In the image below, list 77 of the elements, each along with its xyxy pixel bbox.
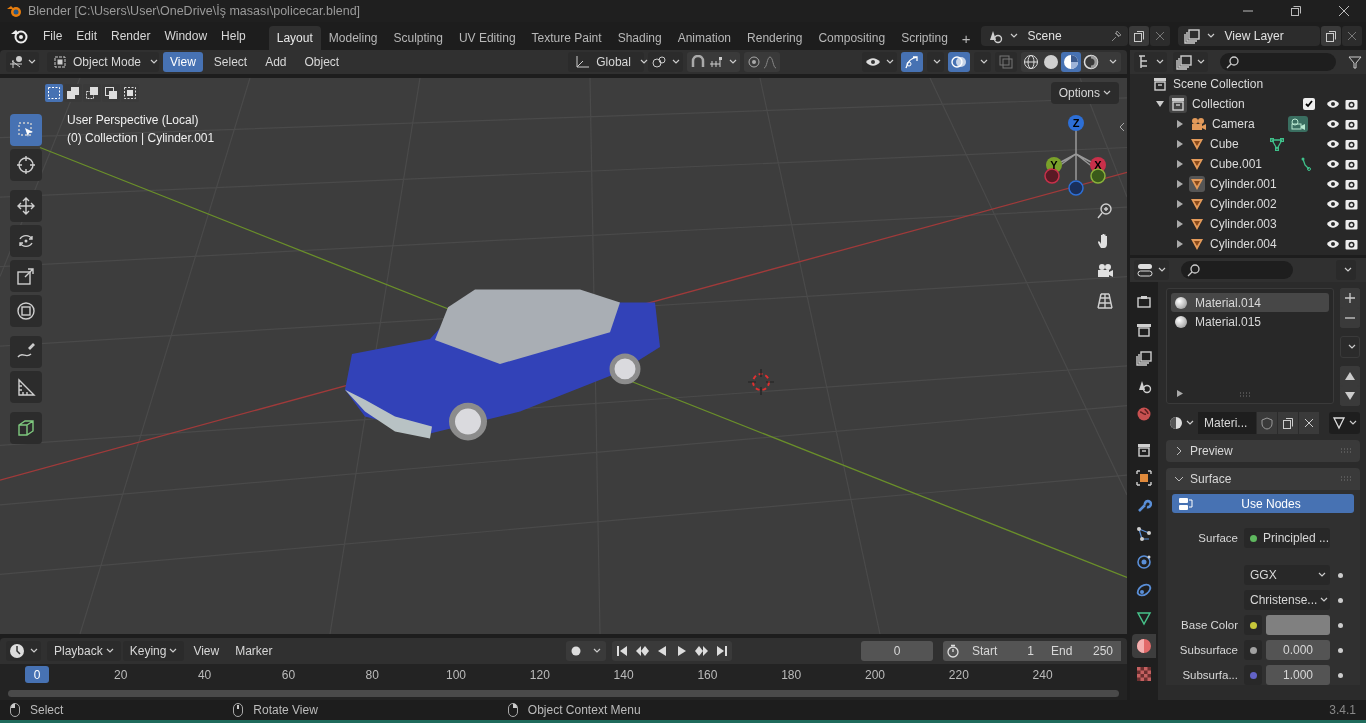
field-label: Surface	[1198, 532, 1238, 544]
tree-item[interactable]: Cylinder.002	[1210, 197, 1277, 211]
frame-number: 20	[114, 668, 128, 682]
workspace-tab[interactable]: Texture Paint	[523, 26, 610, 50]
field-label: Subsurfa...	[1182, 669, 1238, 681]
shader-node-field[interactable]: Principled ...	[1244, 528, 1330, 548]
frame-number: 160	[697, 668, 718, 682]
view-info-text: User Perspective (Local)	[67, 113, 200, 127]
frame-number: 200	[865, 668, 885, 682]
material-name: Material.015	[1195, 314, 1262, 329]
frame-number: 60	[281, 668, 296, 682]
workspace-tab[interactable]: Compositing	[810, 26, 894, 50]
view-info-text: (0) Collection | Cylinder.001	[67, 131, 215, 145]
status-hint: Object Context Menu	[527, 703, 641, 717]
timeline-menu[interactable]: View	[186, 641, 227, 661]
window-title: Blender [C:\Users\User\OneDrive\İş masası\policecar.blend]	[28, 4, 361, 18]
tree-item[interactable]: Cube.001	[1210, 157, 1263, 171]
workspace-tab[interactable]: Animation	[669, 26, 740, 50]
workspace-tab[interactable]: Modeling	[320, 26, 386, 50]
status-hint: Select	[30, 703, 64, 717]
workspace-tab[interactable]: Scripting	[893, 26, 956, 50]
use-nodes-button[interactable]: Use Nodes	[1172, 494, 1354, 513]
material-slot[interactable]: Material.014	[1171, 293, 1329, 312]
timeline-menu[interactable]: Marker	[228, 641, 280, 661]
add-workspace-button[interactable]: +	[955, 26, 977, 50]
menu-item[interactable]: Window	[157, 29, 215, 43]
options-dropdown[interactable]: Options	[1050, 82, 1119, 104]
viewport-menu[interactable]: Add	[258, 52, 294, 72]
frame-number: 40	[197, 668, 212, 682]
menu-item[interactable]: Edit	[69, 29, 105, 43]
version-label: 3.4.1	[1329, 703, 1356, 717]
panel-header[interactable]: Preview	[1166, 440, 1360, 462]
tree-item[interactable]: Cylinder.001	[1210, 177, 1277, 191]
viewport-menu[interactable]: Select	[206, 52, 255, 72]
status-hint: Rotate View	[253, 703, 318, 717]
menu-item[interactable]: Render	[104, 29, 158, 43]
playhead[interactable]: 0	[25, 666, 49, 683]
workspace-tab[interactable]: UV Editing	[450, 26, 524, 50]
frame-number: 120	[529, 668, 550, 682]
dropdown-field[interactable]: GGX	[1244, 565, 1330, 585]
tree-item[interactable]: Cylinder.003	[1210, 217, 1277, 231]
frame-number: 100	[446, 668, 466, 682]
menu-item[interactable]: File	[36, 29, 70, 43]
dropdown-field[interactable]: Christense...	[1244, 590, 1330, 610]
frame-number: 140	[613, 668, 634, 682]
number-field[interactable]: 0.000	[1266, 640, 1330, 660]
frame-number: 220	[948, 668, 969, 682]
tree-item[interactable]: Camera	[1212, 117, 1255, 131]
tree-item[interactable]: Collection	[1192, 97, 1245, 111]
tree-item[interactable]: Cylinder.004	[1210, 237, 1277, 251]
viewport-menu[interactable]: Object	[297, 52, 347, 72]
material-name: Material.014	[1195, 295, 1262, 310]
workspace-tab[interactable]: Layout	[268, 26, 321, 50]
menu-item[interactable]: Help	[214, 29, 253, 43]
frame-number: 180	[781, 668, 802, 682]
mode-dropdown[interactable]: Object Mode	[47, 52, 159, 72]
frame-number: 80	[365, 668, 379, 682]
tree-item[interactable]: Scene Collection	[1173, 77, 1264, 91]
viewport-menu[interactable]: View	[163, 52, 203, 72]
material-name-field[interactable]: Materi...	[1198, 412, 1256, 434]
tree-item[interactable]: Cube	[1210, 137, 1239, 151]
workspace-tab[interactable]: Rendering	[739, 26, 811, 50]
scene-selector[interactable]: Scene	[980, 26, 1128, 46]
timeline-menu[interactable]: Keying	[122, 641, 185, 661]
field-label: Subsurface	[1179, 644, 1238, 656]
frame-number: 240	[1032, 668, 1053, 682]
number-field[interactable]: 1.000	[1266, 665, 1330, 685]
timeline-menu[interactable]: Playback	[47, 641, 121, 661]
workspace-tab[interactable]: Shading	[609, 26, 670, 50]
orientation-dropdown[interactable]: Global	[568, 52, 645, 72]
material-slot[interactable]: Material.015	[1171, 312, 1329, 331]
current-frame-field[interactable]: 0	[861, 641, 933, 661]
panel-header[interactable]: Surface	[1166, 468, 1360, 490]
workspace-tab[interactable]: Sculpting	[385, 26, 451, 50]
navigation-gizmo[interactable]: Z Y X	[1042, 114, 1110, 196]
view-layer-selector[interactable]: View Layer	[1177, 26, 1320, 46]
field-label: Base Color	[1181, 619, 1238, 631]
